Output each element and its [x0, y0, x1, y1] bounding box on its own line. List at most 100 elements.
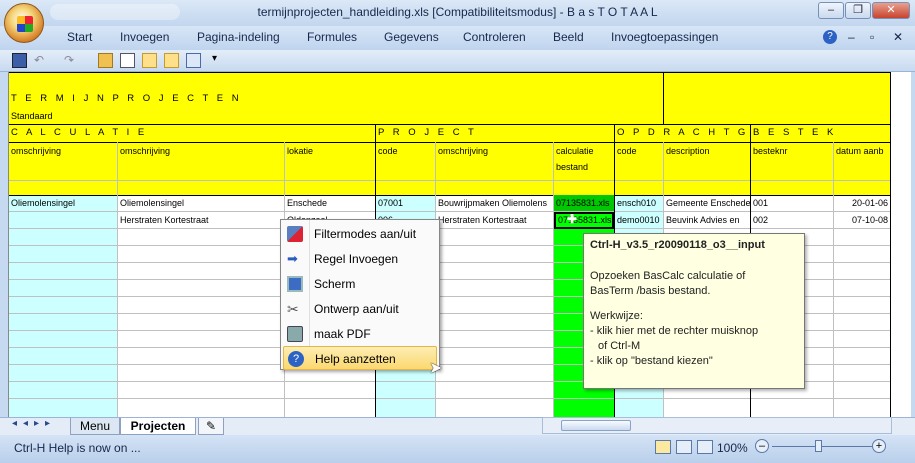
help-icon: ?: [288, 351, 304, 367]
context-menu: Filtermodes aan/uit ➡ Regel Invoegen Sch…: [280, 219, 440, 370]
page-break-icon[interactable]: [697, 440, 713, 454]
table-cell[interactable]: Herstraten Kortestraat: [118, 212, 283, 228]
menu-item-label: maak PDF: [314, 327, 371, 341]
cell-cursor-icon: ✚: [567, 212, 578, 226]
section-bestek: B E S T E K: [753, 127, 837, 138]
section-calculatie: C A L C U L A T I E: [11, 127, 148, 138]
restore-button[interactable]: ❐: [845, 2, 871, 19]
quick-toolbar: ↶ ↷ ▾: [0, 50, 915, 72]
status-text: Ctrl-H Help is now on ...: [14, 441, 141, 455]
column-header: calculatie bestand: [556, 146, 594, 172]
menu-item-regel-invoegen[interactable]: ➡ Regel Invoegen: [283, 247, 437, 271]
menu-item-label: Help aanzetten: [315, 352, 396, 366]
tab-navigation-icon[interactable]: ◂◂▸▸: [12, 418, 56, 429]
pdf-icon: [287, 326, 303, 342]
column-header: description: [666, 146, 710, 156]
sheet-subtitle: Standaard: [11, 111, 53, 121]
tooltip-line: Werkwijze:: [590, 310, 643, 322]
tab-gegevens[interactable]: Gegevens: [384, 30, 439, 44]
menu-item-maak-pdf[interactable]: maak PDF: [283, 322, 437, 346]
tab-start[interactable]: Start: [67, 30, 92, 44]
table-cell[interactable]: Bouwrijpmaken Oliemolens: [436, 195, 553, 211]
table-cell[interactable]: Oliemolensingel: [9, 195, 117, 211]
save-icon[interactable]: [12, 53, 27, 68]
normal-view-icon[interactable]: [655, 440, 671, 454]
tooltip-line: Opzoeken BasCalc calculatie of: [590, 270, 746, 282]
table-cell[interactable]: 07-10-08: [834, 212, 888, 228]
undo-icon[interactable]: ↶: [34, 53, 49, 68]
table-cell[interactable]: Oliemolensingel: [118, 195, 283, 211]
tab-controleren[interactable]: Controleren: [463, 30, 526, 44]
horizontal-scrollbar[interactable]: [542, 417, 892, 434]
column-header: besteknr: [753, 146, 788, 156]
zoom-slider-handle[interactable]: [815, 440, 822, 452]
redo-icon[interactable]: ↷: [64, 53, 79, 68]
menu-item-help-aanzetten[interactable]: ? Help aanzetten: [283, 346, 437, 370]
office-button[interactable]: [4, 3, 44, 43]
toolbar-icon-2[interactable]: [164, 53, 179, 68]
tab-invoegen[interactable]: Invoegen: [120, 30, 169, 44]
table-cell[interactable]: 001: [751, 195, 833, 211]
table-cell[interactable]: 07001: [376, 195, 435, 211]
cell-comment-tooltip: Ctrl-H_v3.5_r20090118_o3__input Opzoeken…: [583, 233, 805, 389]
column-header: omschrijving: [120, 146, 171, 156]
tab-beeld[interactable]: Beeld: [553, 30, 584, 44]
column-header: omschrijving: [11, 146, 62, 156]
menu-item-scherm[interactable]: Scherm: [283, 272, 437, 296]
zoom-slider-track[interactable]: [772, 446, 872, 447]
section-opdrachtgever: O P D R A C H T G E V E R: [617, 127, 750, 138]
menu-item-label: Filtermodes aan/uit: [314, 227, 417, 241]
tools-icon: ✂: [287, 301, 299, 317]
ribbon-tabs: Start Invoegen Pagina-indeling Formules …: [0, 26, 915, 50]
table-cell[interactable]: 07135831.xls: [554, 195, 614, 211]
close-workbook-icon[interactable]: ✕: [893, 30, 903, 44]
tab-formules[interactable]: Formules: [307, 30, 357, 44]
status-bar: Ctrl-H Help is now on ... 100% – +: [0, 435, 915, 463]
zoom-in-icon[interactable]: +: [872, 439, 886, 453]
selected-cell[interactable]: 07135831.xls: [554, 212, 614, 229]
customize-toolbar-icon[interactable]: ▾: [212, 53, 217, 64]
restore-ribbon-icon[interactable]: ▫: [870, 30, 874, 44]
toolbar-icon-3[interactable]: [186, 53, 201, 68]
office-logo-icon: [17, 16, 33, 32]
tooltip-line: - klik hier met de rechter muisknop: [590, 325, 759, 337]
table-cell[interactable]: Enschede: [285, 195, 375, 211]
tab-invoegtoepassingen[interactable]: Invoegtoepassingen: [611, 30, 718, 44]
tooltip-line: of Ctrl-M: [598, 340, 641, 352]
column-header: omschrijving: [438, 146, 489, 156]
minimize-button[interactable]: –: [818, 2, 844, 19]
zoom-level: 100%: [717, 441, 748, 455]
table-cell[interactable]: Beuvink Advies en: [664, 212, 750, 228]
column-header: datum aanb: [836, 146, 884, 156]
menu-item-filtermodes[interactable]: Filtermodes aan/uit: [283, 222, 437, 246]
help-icon[interactable]: ?: [823, 30, 837, 44]
scroll-thumb[interactable]: [561, 420, 631, 431]
header-gap: [9, 180, 892, 195]
page-layout-icon[interactable]: [676, 440, 692, 454]
sheet-tab-projecten[interactable]: Projecten: [120, 418, 196, 435]
mouse-pointer-icon: ➤: [429, 360, 443, 377]
table-cell[interactable]: Herstraten Kortestraat: [436, 212, 553, 228]
table-cell[interactable]: 002: [751, 212, 833, 228]
open-icon[interactable]: [98, 53, 113, 68]
menu-item-ontwerp[interactable]: ✂ Ontwerp aan/uit: [283, 297, 437, 321]
table-cell[interactable]: Gemeente Enschede: [664, 195, 750, 211]
menu-item-label: Regel Invoegen: [314, 252, 399, 266]
tooltip-title: Ctrl-H_v3.5_r20090118_o3__input: [590, 239, 765, 251]
print-preview-icon[interactable]: [120, 53, 135, 68]
toolbar-icon-1[interactable]: [142, 53, 157, 68]
column-header: code: [617, 146, 637, 156]
zoom-out-icon[interactable]: –: [755, 439, 769, 453]
table-cell[interactable]: demo0010: [615, 212, 663, 228]
vertical-scrollbar[interactable]: [891, 72, 911, 417]
tooltip-line: - klik op "bestand kiezen": [590, 355, 713, 367]
table-cell[interactable]: ensch010: [615, 195, 663, 211]
sheet-tab-menu[interactable]: Menu: [70, 418, 120, 435]
tab-pagina-indeling[interactable]: Pagina-indeling: [197, 30, 280, 44]
minimize-ribbon-icon[interactable]: –: [848, 30, 855, 44]
close-button[interactable]: ✕: [872, 2, 910, 19]
insert-sheet-icon[interactable]: ✎: [198, 418, 224, 435]
column-header: code: [378, 146, 398, 156]
screen-icon: [287, 276, 303, 292]
table-cell[interactable]: 20-01-06: [834, 195, 888, 211]
